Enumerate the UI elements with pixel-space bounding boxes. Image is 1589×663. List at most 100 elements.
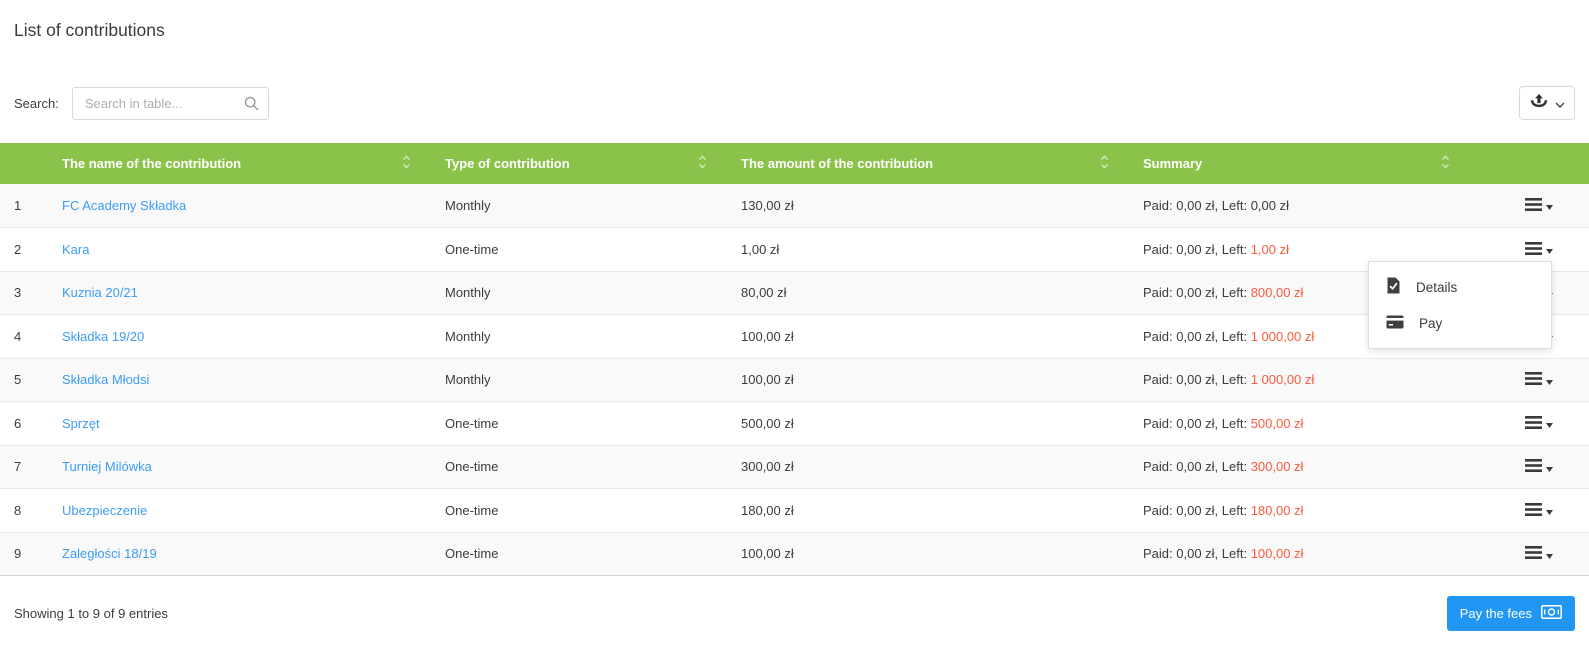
table-row: 5 Składka Młodsi Monthly 100,00 zł Paid:… (0, 358, 1589, 402)
row-actions-menu-button[interactable] (1525, 372, 1553, 388)
contribution-name-link[interactable]: Kara (62, 242, 89, 257)
table-row: 2 Kara One-time 1,00 zł Paid: 0,00 zł, L… (0, 227, 1589, 272)
contribution-amount: 180,00 zł (741, 502, 794, 518)
contribution-amount: 300,00 zł (741, 459, 794, 475)
summary-paid-prefix: Paid: 0,00 zł, Left: (1143, 546, 1251, 562)
contribution-name-link[interactable]: Zaległości 18/19 (62, 546, 157, 561)
summary-left-value: 300,00 zł (1250, 459, 1304, 475)
row-actions-menu-button[interactable] (1525, 197, 1553, 214)
hamburger-menu-icon (1525, 241, 1542, 258)
row-actions-menu-button[interactable] (1525, 502, 1553, 519)
sort-icon[interactable] (698, 155, 707, 172)
header-name-label: The name of the contribution (62, 156, 242, 171)
summary-text: Paid: 0,00 zł, Left: 180,00 zł (1143, 503, 1303, 518)
pay-the-fees-button[interactable]: Pay the fees (1446, 596, 1575, 631)
caret-down-icon (1546, 373, 1553, 388)
hamburger-menu-icon (1525, 415, 1542, 432)
row-index: 9 (14, 546, 22, 562)
hamburger-menu-icon (1525, 502, 1542, 519)
row-index: 7 (14, 459, 22, 475)
table-header-row: The name of the contribution Type of con… (0, 143, 1589, 184)
contribution-name-link[interactable]: Kuznia 20/21 (62, 285, 138, 300)
table-row: 4 Składka 19/20 Monthly 100,00 zł Paid: … (0, 314, 1589, 359)
table-row: 9 Zaległości 18/19 One-time 100,00 zł Pa… (0, 532, 1589, 576)
header-summary-label: Summary (1143, 156, 1203, 171)
contributions-page: List of contributions Search: Search in … (0, 0, 1589, 663)
summary-paid-prefix: Paid: 0,00 zł, Left: (1143, 241, 1251, 257)
summary-paid-prefix: Paid: 0,00 zł, Left: (1143, 502, 1251, 518)
summary-left-value: 1 000,00 zł (1250, 328, 1315, 344)
contribution-name-link[interactable]: Sprzęt (62, 416, 100, 431)
summary-left-value: 1,00 zł (1250, 241, 1289, 257)
summary-text: Paid: 0,00 zł, Left: 100,00 zł (1143, 546, 1303, 561)
contribution-amount: 80,00 zł (741, 285, 787, 301)
contribution-type: One-time (445, 546, 499, 562)
menu-item-pay[interactable]: Pay (1369, 305, 1551, 341)
contribution-type: Monthly (445, 198, 491, 213)
contribution-name-link[interactable]: Ubezpieczenie (62, 503, 147, 518)
sort-icon[interactable] (1100, 155, 1109, 172)
summary-text: Paid: 0,00 zł, Left: 1 000,00 zł (1143, 372, 1314, 387)
contribution-name-link[interactable]: Składka Młodsi (62, 372, 149, 387)
header-type-label: Type of contribution (445, 156, 570, 171)
table-toolbar: Search: (14, 86, 1575, 120)
chevron-down-icon (1555, 96, 1565, 111)
header-type-column[interactable]: Type of contribution (431, 143, 727, 184)
row-actions-menu-button[interactable] (1525, 415, 1553, 432)
contribution-type: One-time (445, 415, 499, 431)
header-actions (1470, 143, 1589, 184)
hamburger-menu-icon (1525, 546, 1542, 562)
header-name-column[interactable]: The name of the contribution (48, 143, 431, 184)
summary-text: Paid: 0,00 zł, Left: 0,00 zł (1143, 198, 1289, 213)
contribution-type: One-time (445, 241, 499, 257)
contributions-table: The name of the contribution Type of con… (0, 143, 1589, 576)
row-actions-menu-button[interactable] (1525, 546, 1553, 562)
table-row: 3 Kuznia 20/21 Monthly 80,00 zł Paid: 0,… (0, 271, 1589, 315)
row-index: 8 (14, 502, 22, 518)
summary-paid-prefix: Paid: 0,00 zł, Left: (1143, 198, 1251, 213)
showing-entries-text: Showing 1 to 9 of 9 entries (14, 606, 168, 621)
contribution-name-link[interactable]: FC Academy Składka (62, 198, 186, 213)
header-summary-column[interactable]: Summary (1129, 143, 1470, 184)
search-icon (244, 96, 259, 116)
summary-text: Paid: 0,00 zł, Left: 800,00 zł (1143, 285, 1303, 300)
pay-the-fees-label: Pay the fees (1459, 606, 1532, 621)
caret-down-icon (1546, 198, 1553, 213)
row-index: 6 (14, 415, 22, 431)
contribution-type: Monthly (445, 372, 491, 388)
row-actions-menu-button[interactable] (1525, 459, 1553, 475)
contributions-table-wrap: The name of the contribution Type of con… (0, 143, 1589, 576)
row-actions-menu-button[interactable] (1525, 241, 1553, 258)
row-index: 5 (14, 372, 22, 388)
menu-item-details-label: Details (1416, 279, 1458, 295)
table-row: 1 FC Academy Składka Monthly 130,00 zł P… (0, 184, 1589, 228)
summary-paid-prefix: Paid: 0,00 zł, Left: (1143, 285, 1251, 301)
contribution-type: Monthly (445, 328, 491, 344)
header-amount-column[interactable]: The amount of the contribution (727, 143, 1129, 184)
contribution-amount: 100,00 zł (741, 372, 794, 388)
contribution-name-link[interactable]: Składka 19/20 (62, 329, 144, 344)
caret-down-icon (1546, 242, 1553, 257)
row-index: 4 (14, 328, 22, 344)
summary-text: Paid: 0,00 zł, Left: 1,00 zł (1143, 242, 1289, 257)
caret-down-icon (1546, 503, 1553, 518)
contribution-name-link[interactable]: Turniej Milówka (62, 459, 152, 474)
row-index: 1 (14, 198, 22, 213)
caret-down-icon (1546, 460, 1553, 475)
contribution-amount: 100,00 zł (741, 546, 794, 562)
table-footer: Showing 1 to 9 of 9 entries Pay the fees (14, 596, 1575, 631)
search-input[interactable] (71, 86, 269, 120)
summary-paid-prefix: Paid: 0,00 zł, Left: (1143, 328, 1251, 344)
summary-left-value: 100,00 zł (1250, 546, 1304, 562)
summary-left-value: 500,00 zł (1250, 415, 1304, 431)
table-body: 1 FC Academy Składka Monthly 130,00 zł P… (0, 184, 1589, 576)
contribution-amount: 100,00 zł (741, 328, 794, 344)
sort-icon[interactable] (1441, 155, 1450, 172)
summary-left-value: 0,00 zł (1250, 198, 1289, 213)
export-dropdown-button[interactable] (1519, 86, 1575, 120)
menu-item-details[interactable]: Details (1369, 269, 1551, 305)
summary-left-value: 1 000,00 zł (1250, 372, 1315, 388)
sort-icon[interactable] (402, 155, 411, 172)
menu-item-pay-label: Pay (1419, 315, 1443, 331)
summary-text: Paid: 0,00 zł, Left: 300,00 zł (1143, 459, 1303, 474)
